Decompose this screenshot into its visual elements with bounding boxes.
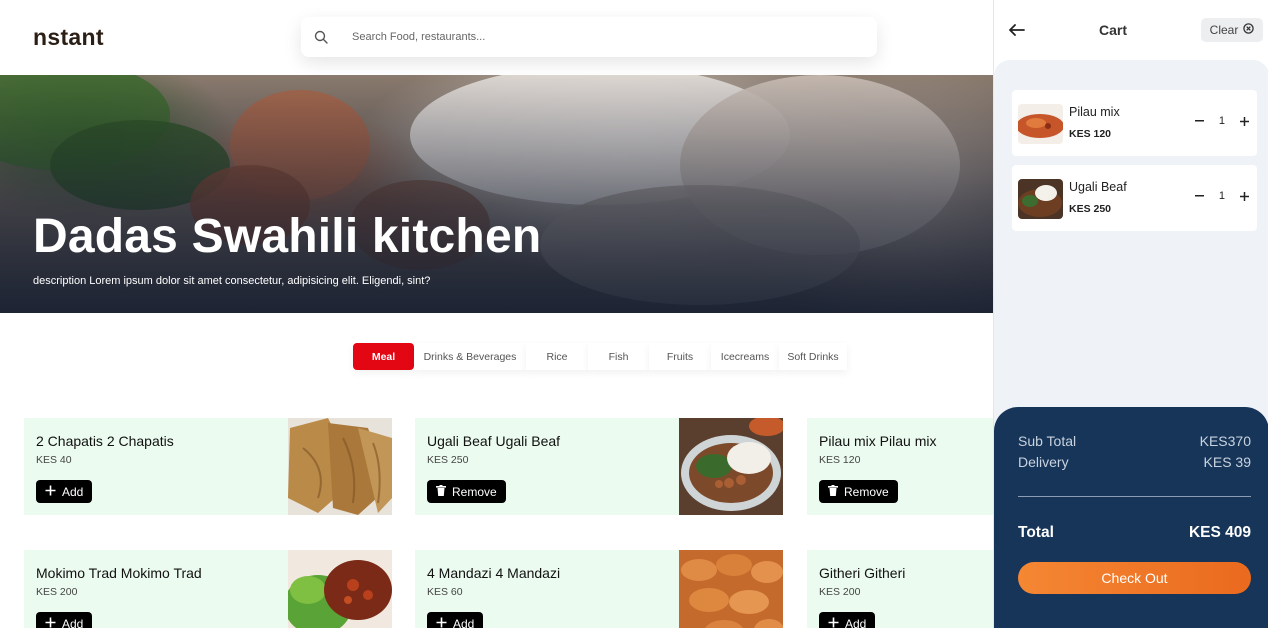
- menu-item-image: [288, 550, 392, 628]
- cart-item-name: Ugali Beaf: [1069, 180, 1127, 194]
- menu-item-image: [679, 550, 783, 628]
- menu-item-card: Githeri Githeri KES 200 Add: [807, 550, 993, 628]
- hero-banner: Dadas Swahili kitchen description Lorem …: [0, 75, 993, 313]
- menu-item-name: Pilau mix Pilau mix: [819, 433, 937, 449]
- menu-item-price: KES 120: [819, 454, 861, 466]
- close-circle-icon: [1243, 23, 1255, 37]
- plus-icon: [45, 617, 56, 628]
- cart-item-quantity: 1: [1218, 115, 1225, 127]
- minus-icon[interactable]: [1195, 189, 1205, 203]
- cart-item-quantity: 1: [1218, 190, 1225, 202]
- search-input[interactable]: [352, 31, 832, 43]
- delivery-value: KES 39: [1203, 454, 1251, 470]
- menu-item-image: [679, 418, 783, 515]
- search-icon: [314, 30, 328, 44]
- delivery-label: Delivery: [1018, 454, 1069, 470]
- tab-fish[interactable]: Fish: [588, 343, 649, 370]
- cart-header: Cart Clear: [994, 0, 1268, 60]
- subtotal-value: KES370: [1199, 433, 1251, 449]
- search-bar[interactable]: [301, 17, 877, 57]
- remove-button-label: Remove: [844, 484, 889, 499]
- cart-item-name: Pilau mix: [1069, 105, 1120, 119]
- cart-title: Cart: [1099, 22, 1128, 38]
- minus-icon[interactable]: [1195, 114, 1205, 128]
- delivery-row: Delivery KES 39: [1018, 454, 1251, 470]
- add-button[interactable]: Add: [427, 612, 484, 628]
- cart-summary: Sub Total KES370 Delivery KES 39 Total K…: [994, 407, 1268, 628]
- trash-icon: [436, 484, 446, 499]
- summary-divider: [1018, 496, 1251, 497]
- menu-item-name: 4 Mandazi 4 Mandazi: [427, 565, 561, 581]
- subtotal-label: Sub Total: [1018, 433, 1077, 449]
- restaurant-description: description Lorem ipsum dolor sit amet c…: [33, 275, 431, 287]
- add-button-label: Add: [453, 616, 475, 628]
- restaurant-title: Dadas Swahili kitchen: [33, 210, 542, 263]
- cart-panel: Cart Clear Pilau mix KES 120 1 Ugali Bea…: [993, 0, 1268, 628]
- total-row: Total KES 409: [1018, 524, 1251, 542]
- remove-button-label: Remove: [452, 484, 497, 499]
- plus-icon[interactable]: [1239, 114, 1249, 128]
- plus-icon: [828, 617, 839, 628]
- tab-drinks-beverages[interactable]: Drinks & Beverages: [414, 343, 526, 370]
- menu-item-name: Mokimo Trad Mokimo Trad: [36, 565, 202, 581]
- tab-soft-drinks[interactable]: Soft Drinks: [779, 343, 847, 370]
- tab-fruits[interactable]: Fruits: [649, 343, 711, 370]
- cart-item: Pilau mix KES 120 1: [1012, 90, 1257, 156]
- menu-item-price: KES 40: [36, 454, 72, 466]
- cart-item: Ugali Beaf KES 250 1: [1012, 165, 1257, 231]
- trash-icon: [828, 484, 838, 499]
- menu-item-name: 2 Chapatis 2 Chapatis: [36, 433, 174, 449]
- remove-button[interactable]: Remove: [427, 480, 506, 503]
- clear-button-label: Clear: [1209, 23, 1239, 37]
- cart-item-image: [1018, 104, 1063, 144]
- add-button-label: Add: [845, 616, 867, 628]
- add-button-label: Add: [62, 484, 84, 499]
- menu-item-price: KES 60: [427, 586, 463, 598]
- menu-item-card: 2 Chapatis 2 Chapatis KES 40 Add: [24, 418, 392, 515]
- menu-item-price: KES 200: [819, 586, 861, 598]
- top-bar: nstant: [0, 0, 993, 75]
- tab-icecreams[interactable]: Icecreams: [711, 343, 779, 370]
- plus-icon[interactable]: [1239, 189, 1249, 203]
- logo[interactable]: nstant: [33, 24, 104, 51]
- menu-item-card: Ugali Beaf Ugali Beaf KES 250 Remove: [415, 418, 783, 515]
- subtotal-row: Sub Total KES370: [1018, 433, 1251, 449]
- category-tabs: Meal Drinks & Beverages Rice Fish Fruits…: [353, 343, 847, 370]
- quantity-stepper: 1: [1195, 189, 1249, 203]
- add-button[interactable]: Add: [36, 612, 93, 628]
- menu-item-card: Mokimo Trad Mokimo Trad KES 200 Add: [24, 550, 392, 628]
- menu-item-image: [288, 418, 392, 515]
- clear-cart-button[interactable]: Clear: [1201, 18, 1263, 42]
- quantity-stepper: 1: [1195, 114, 1249, 128]
- menu-item-price: KES 250: [427, 454, 469, 466]
- cart-item-price: KES 250: [1069, 203, 1112, 215]
- arrow-left-icon[interactable]: [1007, 20, 1027, 40]
- plus-icon: [45, 485, 56, 499]
- menu-item-name: Ugali Beaf Ugali Beaf: [427, 433, 561, 449]
- remove-button[interactable]: Remove: [819, 480, 898, 503]
- checkout-button[interactable]: Check Out: [1018, 562, 1251, 594]
- cart-item-image: [1018, 179, 1063, 219]
- total-label: Total: [1018, 524, 1054, 541]
- tab-rice[interactable]: Rice: [526, 343, 588, 370]
- add-button[interactable]: Add: [36, 480, 93, 503]
- menu-item-card: Pilau mix Pilau mix KES 120 Remove: [807, 418, 993, 515]
- add-button[interactable]: Add: [819, 612, 876, 628]
- plus-icon: [436, 617, 447, 628]
- menu-item-name: Githeri Githeri: [819, 565, 906, 581]
- tab-meal[interactable]: Meal: [353, 343, 414, 370]
- total-value: KES 409: [1188, 524, 1251, 541]
- page: nstant Dadas Swahili kitchen description…: [0, 0, 1268, 628]
- add-button-label: Add: [62, 616, 84, 628]
- cart-item-price: KES 120: [1069, 128, 1112, 140]
- menu-item-price: KES 200: [36, 586, 78, 598]
- menu-item-card: 4 Mandazi 4 Mandazi KES 60 Add: [415, 550, 783, 628]
